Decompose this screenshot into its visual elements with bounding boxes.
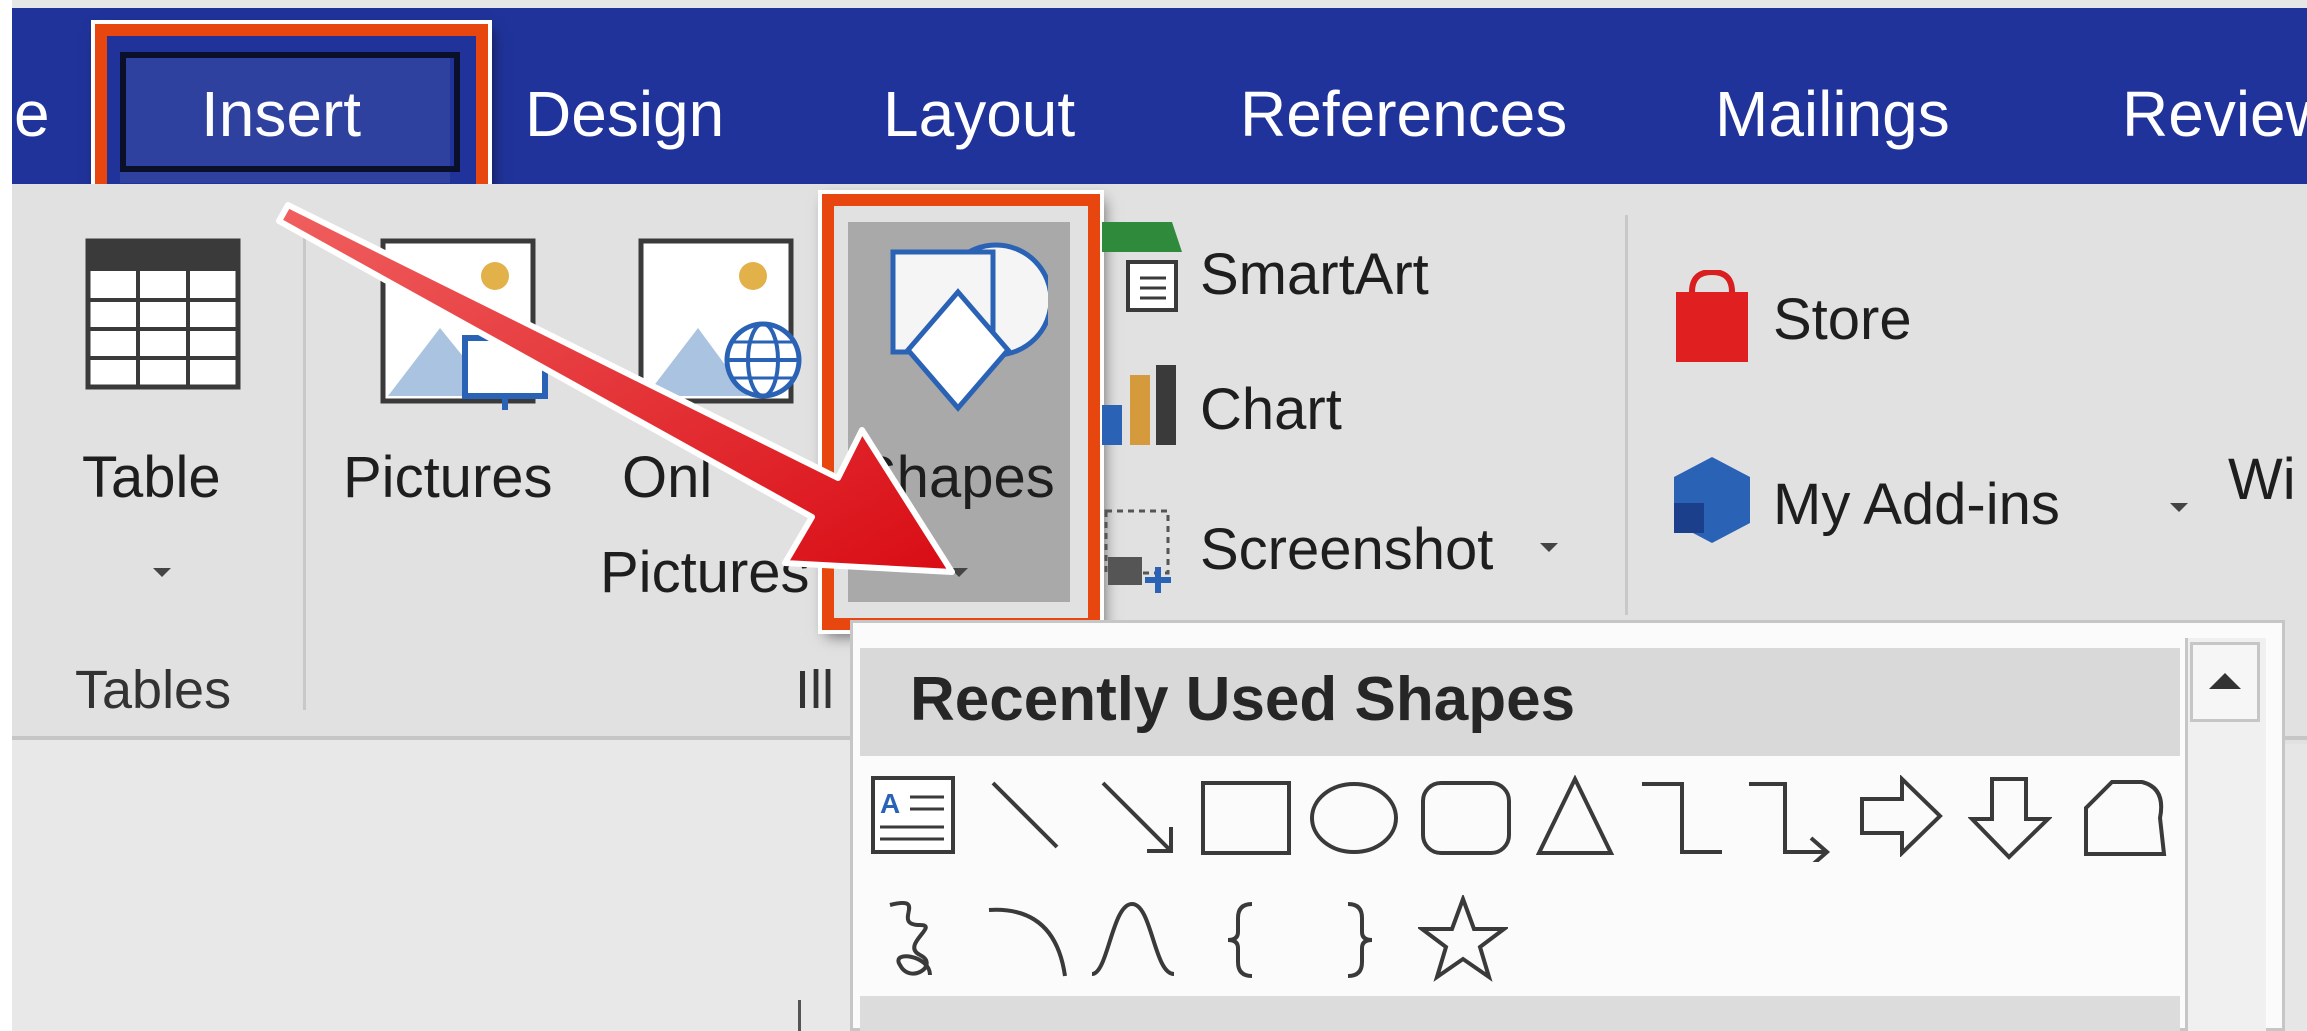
- my-addins-icon: [1674, 457, 1750, 543]
- online-pictures-button[interactable]: [638, 238, 808, 413]
- pictures-label[interactable]: Pictures: [343, 443, 553, 513]
- chart-label[interactable]: Chart: [1200, 375, 1342, 445]
- triangle-icon[interactable]: [1535, 775, 1615, 857]
- illustrations-group-label: Ill: [795, 660, 834, 720]
- rectangle-icon[interactable]: [1200, 780, 1292, 856]
- table-label[interactable]: Table: [82, 443, 221, 513]
- pictures-button[interactable]: [380, 238, 550, 413]
- document-area: [12, 740, 850, 1031]
- triangle-up-icon: [2209, 673, 2241, 689]
- right-arrow-icon[interactable]: [1858, 775, 1944, 857]
- line-icon[interactable]: [985, 775, 1065, 855]
- window-edge: [0, 0, 12, 1031]
- scroll-up-button[interactable]: [2190, 642, 2260, 722]
- tab-references[interactable]: References: [1240, 74, 1567, 154]
- recently-used-shapes-heading: Recently Used Shapes: [910, 665, 1576, 734]
- tab-review[interactable]: Review: [2122, 74, 2307, 154]
- wikipedia-label-partial[interactable]: Wi: [2228, 445, 2296, 515]
- group-separator: [303, 215, 306, 710]
- curve-icon[interactable]: [1088, 898, 1178, 982]
- screenshot-icon: [1104, 509, 1171, 593]
- table-button[interactable]: [85, 238, 241, 390]
- tab-home[interactable]: e: [14, 74, 50, 154]
- svg-text:A: A: [880, 788, 900, 819]
- chart-icon: [1102, 365, 1176, 445]
- tab-mailings[interactable]: Mailings: [1715, 74, 1950, 154]
- online-pictures-icon: [638, 238, 802, 404]
- elbow-arrow-connector-icon[interactable]: [1745, 778, 1835, 862]
- online-pictures-label-line2[interactable]: Pictures: [600, 538, 810, 608]
- right-brace-icon[interactable]: [1340, 900, 1380, 980]
- my-addins-label[interactable]: My Add-ins: [1773, 470, 2060, 540]
- down-arrow-icon[interactable]: [1968, 775, 2052, 861]
- arc-icon[interactable]: [985, 900, 1075, 980]
- table-icon: [85, 238, 241, 390]
- pictures-icon: [380, 238, 548, 410]
- store-label[interactable]: Store: [1773, 285, 1912, 355]
- tab-design[interactable]: Design: [525, 74, 724, 154]
- gallery-next-section-header: [860, 996, 2180, 1031]
- screenshot-label[interactable]: Screenshot: [1200, 515, 1493, 585]
- my-addins-dropdown-arrow[interactable]: [2170, 503, 2188, 512]
- arrow-line-icon[interactable]: [1095, 775, 1180, 860]
- tab-layout[interactable]: Layout: [883, 74, 1075, 154]
- flowchart-shape-icon[interactable]: [2082, 778, 2168, 858]
- rounded-rectangle-icon[interactable]: [1420, 780, 1512, 856]
- screenshot-dropdown-arrow[interactable]: [1540, 543, 1558, 552]
- store-icon: [1676, 270, 1748, 362]
- freeform-scribble-icon[interactable]: [880, 895, 950, 985]
- smartart-icon: [1102, 222, 1182, 312]
- shapes-button-highlight: [822, 194, 1100, 630]
- oval-icon[interactable]: [1308, 780, 1400, 856]
- left-brace-icon[interactable]: [1222, 900, 1262, 980]
- smartart-label[interactable]: SmartArt: [1200, 240, 1429, 310]
- group-separator: [1625, 215, 1628, 615]
- online-pictures-label-line1[interactable]: Onl: [622, 443, 712, 513]
- tables-group-label: Tables: [75, 660, 232, 720]
- table-dropdown-arrow[interactable]: [153, 568, 171, 577]
- insert-tab-focus-border: [120, 52, 460, 172]
- elbow-connector-icon[interactable]: [1638, 778, 1724, 858]
- text-box-icon[interactable]: A: [870, 775, 956, 855]
- text-cursor-mark: [798, 1000, 801, 1031]
- star-icon[interactable]: [1418, 895, 1508, 983]
